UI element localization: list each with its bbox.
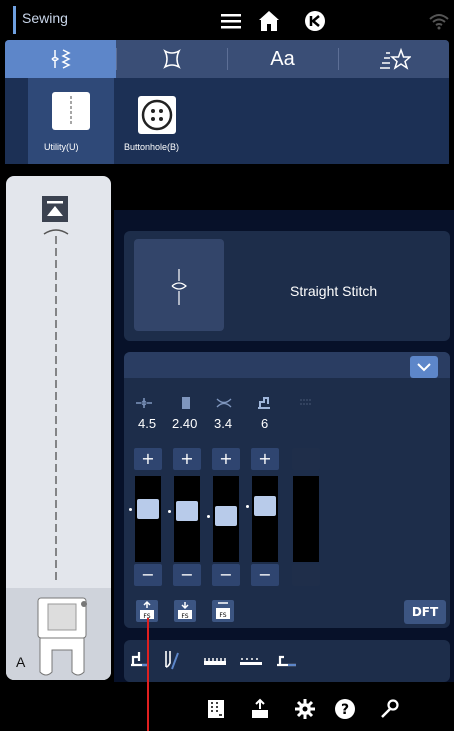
utility-stitch-icon xyxy=(50,49,71,69)
slider-default-marker xyxy=(207,514,210,518)
straight-stitch-icon xyxy=(171,269,187,305)
mode-accent xyxy=(13,6,16,34)
tension-slider-thumb[interactable] xyxy=(215,505,237,526)
menu-icon[interactable] xyxy=(218,8,244,34)
favorites-icon xyxy=(379,47,411,70)
utility-thumbnail xyxy=(52,92,90,130)
presser-foot-letter: A xyxy=(16,654,26,670)
stitch-width-slider-thumb[interactable] xyxy=(137,499,159,520)
selected-stitch-preview xyxy=(134,239,224,331)
letters-tab-label: Aa xyxy=(270,47,295,70)
disabled-minus-button xyxy=(292,564,320,586)
stitch-category-tabs: Aa xyxy=(5,40,449,78)
svg-text:FS: FS xyxy=(219,612,226,619)
foot-pressure-minus-button[interactable]: − xyxy=(251,564,279,586)
fix-stitch-both-button[interactable]: FS xyxy=(212,600,234,622)
presser-foot-icon xyxy=(37,597,87,676)
foot-pressure-slider-thumb[interactable] xyxy=(254,495,276,516)
chevron-down-icon xyxy=(417,363,431,372)
category-utility[interactable]: Utility(U) xyxy=(28,78,114,164)
category-buttonhole-label: Buttonhole(B) xyxy=(124,142,180,152)
category-buttonhole[interactable]: Buttonhole(B) xyxy=(114,78,200,156)
foot-pressure-plus-button[interactable]: + xyxy=(251,448,279,470)
foot-pressure-icon xyxy=(258,397,270,409)
stitch-drop-icon[interactable] xyxy=(238,649,264,671)
tension-minus-button[interactable]: − xyxy=(212,564,240,586)
foot-height-icon[interactable] xyxy=(274,649,300,671)
stitch-length-minus-button[interactable]: − xyxy=(173,564,201,586)
needle-up-button[interactable] xyxy=(42,196,68,222)
fs-download-icon: FS xyxy=(178,602,192,620)
stitch-parameters-panel xyxy=(124,352,450,628)
stitch-length-value: 2.40 xyxy=(172,416,198,431)
stitch-width-value: 4.5 xyxy=(138,416,157,431)
tension-icon xyxy=(216,398,232,408)
bobbin-winder-icon[interactable] xyxy=(302,8,328,34)
svg-text:?: ? xyxy=(341,702,349,718)
stitch-position-icon xyxy=(136,398,152,408)
stitch-length-plus-button[interactable]: + xyxy=(173,448,201,470)
stitch-grid-icon[interactable] xyxy=(205,698,227,720)
tab-letters[interactable]: Aa xyxy=(227,40,338,78)
tab-favorites[interactable] xyxy=(338,40,449,78)
stitch-category-area: Utility(U) Buttonhole(B) xyxy=(5,78,449,164)
help-icon[interactable]: ? xyxy=(334,698,356,720)
needle-threader-icon[interactable] xyxy=(160,649,182,671)
stitch-length-slider-thumb[interactable] xyxy=(176,501,198,522)
settings-gear-icon[interactable] xyxy=(294,698,316,720)
disabled-slider xyxy=(293,476,319,562)
svg-text:FS: FS xyxy=(181,613,188,620)
fs-both-icon: FS xyxy=(216,602,230,619)
foot-pressure-slider[interactable] xyxy=(252,476,278,562)
stitch-line-preview xyxy=(43,229,69,581)
needle-up-icon xyxy=(47,201,63,216)
feed-dog-icon[interactable] xyxy=(202,649,228,671)
wifi-icon xyxy=(429,14,449,30)
button-icon xyxy=(141,99,173,131)
thread-tension-value: 3.4 xyxy=(214,416,233,431)
default-settings-button[interactable]: DFT xyxy=(404,600,446,624)
fix-stitch-end-button[interactable]: FS xyxy=(174,600,196,622)
buttonhole-thumbnail xyxy=(138,96,176,134)
mode-title: Sewing xyxy=(22,10,68,26)
foot-pressure-value: 6 xyxy=(261,416,269,431)
parameters-header xyxy=(124,352,450,378)
status-bar: Sewing xyxy=(0,0,454,40)
tab-utility-stitches[interactable] xyxy=(5,40,116,78)
stitch-width-plus-button[interactable]: + xyxy=(134,448,162,470)
disabled-param-icon xyxy=(300,399,312,405)
expand-parameters-button[interactable] xyxy=(410,356,438,378)
category-utility-label: Utility(U) xyxy=(44,142,79,152)
home-icon[interactable] xyxy=(256,8,282,34)
selected-stitch-name: Straight Stitch xyxy=(290,283,378,299)
decorative-stitch-icon xyxy=(162,49,181,69)
annotation-pointer-line xyxy=(147,618,149,731)
tension-plus-button[interactable]: + xyxy=(212,448,240,470)
tab-decorative-stitches[interactable] xyxy=(116,40,227,78)
stitch-width-minus-button[interactable]: − xyxy=(134,564,162,586)
wrench-icon[interactable] xyxy=(378,698,400,720)
export-icon[interactable] xyxy=(249,698,271,720)
disabled-plus-button xyxy=(292,448,320,470)
stitch-length-icon xyxy=(182,397,190,409)
stitch-preview-panel: A xyxy=(6,176,111,680)
slider-default-marker xyxy=(246,504,249,508)
